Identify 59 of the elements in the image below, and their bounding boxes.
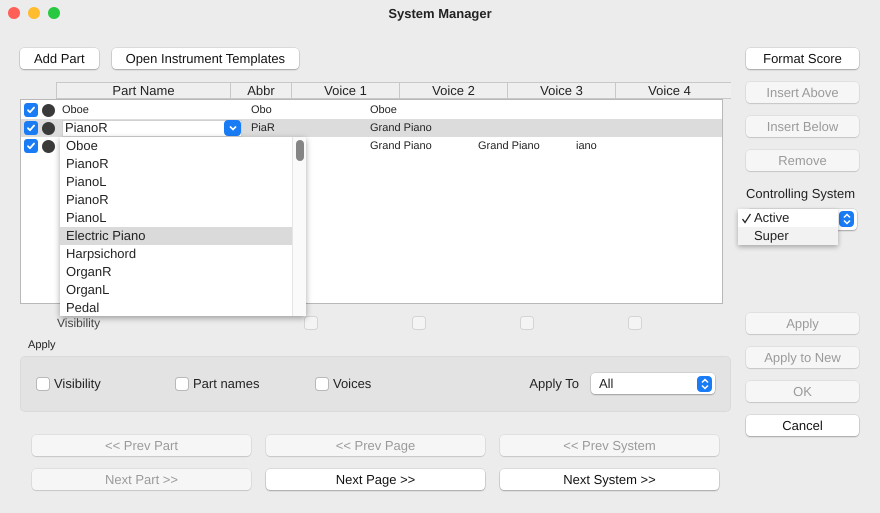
column-header[interactable]: Abbr: [230, 83, 291, 98]
menu-item[interactable]: PianoR: [60, 191, 292, 209]
field-label: Controlling System: [746, 185, 856, 203]
table-cell: iano: [576, 140, 597, 152]
column-header[interactable]: Voice 1: [291, 83, 399, 98]
part-name-picker[interactable]: PianoR: [62, 120, 242, 136]
toolbar-button[interactable]: Add Part: [20, 48, 99, 69]
menu-item[interactable]: Oboe: [60, 137, 292, 155]
stepper-icon: [839, 211, 854, 227]
menu-item[interactable]: OrganR: [60, 263, 292, 281]
menu-item[interactable]: Electric Piano: [60, 227, 292, 245]
table-cell: Oboe: [370, 104, 397, 116]
menu-item[interactable]: Active: [738, 208, 838, 226]
checkbox[interactable]: [24, 121, 38, 135]
group-title: Apply: [28, 338, 57, 353]
stepper-icon: [697, 376, 712, 392]
table-cell: Grand Piano: [370, 140, 432, 152]
side-button[interactable]: Cancel: [746, 414, 859, 436]
side-button[interactable]: Format Score: [746, 48, 859, 69]
nav-button[interactable]: Next System >>: [500, 468, 719, 490]
row-label: Visibility: [57, 316, 100, 330]
dot-icon: [42, 104, 55, 116]
column-header[interactable]: Part Name: [56, 83, 230, 98]
table-cell: Grand Piano: [478, 140, 540, 152]
zoom-icon[interactable]: [48, 7, 60, 19]
menu-item[interactable]: PianoL: [60, 173, 292, 191]
table-cell: Oboe: [62, 104, 89, 116]
window-title: System Manager: [388, 5, 492, 24]
dot-icon: [42, 122, 55, 134]
checkbox[interactable]: [175, 376, 189, 390]
checkbox[interactable]: [36, 376, 50, 390]
checkbox[interactable]: [24, 139, 38, 153]
table-cell: PiaR: [251, 122, 275, 134]
table-cell: Grand Piano: [370, 122, 432, 134]
selected-row-highlight[interactable]: PianoR PiaR Grand Piano: [21, 119, 722, 137]
checkmark-icon: [740, 212, 752, 224]
close-icon[interactable]: [8, 7, 20, 19]
menu-item[interactable]: OrganL: [60, 281, 292, 299]
menu-item[interactable]: Harpsichord: [60, 245, 292, 263]
menu-item[interactable]: PianoR: [60, 155, 292, 173]
column-header[interactable]: Voice 4: [615, 83, 723, 98]
menu-item[interactable]: Super: [738, 226, 838, 244]
column-header[interactable]: Voice 2: [399, 83, 507, 98]
checkbox[interactable]: [24, 103, 38, 117]
checkbox-label: Part names: [193, 374, 260, 393]
checkbox-label: Voices: [333, 374, 372, 393]
dot-icon: [42, 140, 55, 152]
nav-button[interactable]: Next Page >>: [266, 468, 485, 490]
scrollbar[interactable]: [292, 137, 306, 316]
checkbox[interactable]: [315, 376, 329, 390]
apply-to-select[interactable]: All: [591, 373, 715, 394]
menu-item[interactable]: PianoL: [60, 209, 292, 227]
toolbar-button[interactable]: Open Instrument Templates: [112, 48, 300, 69]
column-header[interactable]: Voice 3: [507, 83, 615, 98]
field-label: Apply To: [529, 374, 579, 393]
checkbox-label: Visibility: [54, 374, 101, 393]
menu-item[interactable]: Pedal: [60, 299, 292, 317]
table-cell: Obo: [251, 104, 272, 116]
minimize-icon[interactable]: [28, 7, 40, 19]
